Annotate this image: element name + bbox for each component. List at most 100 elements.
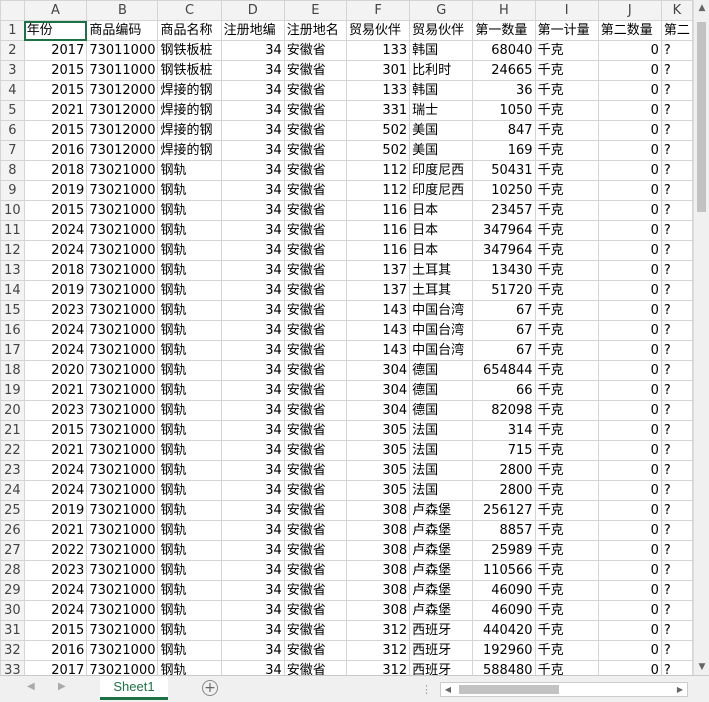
cell[interactable]: 34 bbox=[220, 340, 285, 361]
cell[interactable]: 钢轨 bbox=[157, 520, 222, 541]
cell[interactable]: 安徽省 bbox=[283, 660, 348, 675]
cell[interactable]: 34 bbox=[220, 440, 285, 461]
cell[interactable]: ? bbox=[660, 100, 693, 121]
cell[interactable]: 0 bbox=[597, 200, 662, 221]
cell[interactable]: 千克 bbox=[534, 420, 599, 441]
cell[interactable]: 133 bbox=[346, 80, 411, 101]
cell[interactable]: 千克 bbox=[534, 100, 599, 121]
cell[interactable]: 千克 bbox=[534, 180, 599, 201]
cell[interactable]: ? bbox=[660, 480, 693, 501]
cell[interactable]: 钢轨 bbox=[157, 500, 222, 521]
cell[interactable]: 304 bbox=[346, 360, 411, 381]
cell[interactable]: 焊接的钢 bbox=[157, 120, 222, 141]
cell[interactable]: 2021 bbox=[23, 440, 88, 461]
row-header[interactable]: 26 bbox=[0, 520, 25, 541]
cell[interactable]: 67 bbox=[472, 300, 536, 321]
cell[interactable]: 中国台湾 bbox=[409, 340, 474, 361]
cell[interactable]: 安徽省 bbox=[283, 160, 348, 181]
cell[interactable]: 73021000 bbox=[86, 620, 159, 641]
cell[interactable]: 2015 bbox=[23, 200, 88, 221]
cell[interactable]: 注册地名 bbox=[283, 20, 348, 41]
cell[interactable]: 钢轨 bbox=[157, 480, 222, 501]
scroll-up-arrow-icon[interactable]: ▲ bbox=[694, 0, 709, 16]
cell[interactable]: 钢轨 bbox=[157, 420, 222, 441]
cell[interactable]: ? bbox=[660, 140, 693, 161]
cell[interactable]: 商品编码 bbox=[86, 20, 159, 41]
cell[interactable]: 2020 bbox=[23, 360, 88, 381]
cell[interactable]: 588480 bbox=[472, 660, 536, 675]
row-header[interactable]: 14 bbox=[0, 280, 25, 301]
cell[interactable]: 34 bbox=[220, 640, 285, 661]
cell[interactable]: 安徽省 bbox=[283, 400, 348, 421]
row-header[interactable]: 8 bbox=[0, 160, 25, 181]
cell[interactable]: 0 bbox=[597, 480, 662, 501]
row-header[interactable]: 23 bbox=[0, 460, 25, 481]
cell[interactable]: ? bbox=[660, 160, 693, 181]
cell[interactable]: 西班牙 bbox=[409, 640, 474, 661]
cell[interactable]: 钢铁板桩 bbox=[157, 60, 222, 81]
scroll-left-arrow-icon[interactable]: ◀ bbox=[441, 683, 455, 696]
cell[interactable]: 千克 bbox=[534, 240, 599, 261]
cell[interactable]: 瑞士 bbox=[409, 100, 474, 121]
cell[interactable]: 73011000 bbox=[86, 60, 159, 81]
cell[interactable]: 安徽省 bbox=[283, 600, 348, 621]
cell[interactable]: 安徽省 bbox=[283, 640, 348, 661]
cell[interactable]: 千克 bbox=[534, 40, 599, 61]
cell[interactable]: 安徽省 bbox=[283, 620, 348, 641]
cell[interactable]: 土耳其 bbox=[409, 260, 474, 281]
cell[interactable]: 305 bbox=[346, 460, 411, 481]
cell[interactable]: 73021000 bbox=[86, 400, 159, 421]
cell[interactable]: 46090 bbox=[472, 580, 536, 601]
cell[interactable]: 千克 bbox=[534, 500, 599, 521]
cell[interactable]: 308 bbox=[346, 560, 411, 581]
cell[interactable]: 2022 bbox=[23, 540, 88, 561]
cell[interactable]: 0 bbox=[597, 300, 662, 321]
cell[interactable]: 10250 bbox=[472, 180, 536, 201]
cell[interactable]: 美国 bbox=[409, 140, 474, 161]
cell[interactable]: 110566 bbox=[472, 560, 536, 581]
cell[interactable]: 8857 bbox=[472, 520, 536, 541]
row-header[interactable]: 27 bbox=[0, 540, 25, 561]
cell[interactable]: ? bbox=[660, 460, 693, 481]
cell[interactable]: 安徽省 bbox=[283, 380, 348, 401]
cell[interactable]: 715 bbox=[472, 440, 536, 461]
cell[interactable]: 305 bbox=[346, 420, 411, 441]
cell[interactable]: 2015 bbox=[23, 80, 88, 101]
cell[interactable]: 116 bbox=[346, 220, 411, 241]
cell[interactable]: ? bbox=[660, 280, 693, 301]
cell[interactable]: 2016 bbox=[23, 140, 88, 161]
cell[interactable]: 安徽省 bbox=[283, 200, 348, 221]
cell[interactable]: ? bbox=[660, 420, 693, 441]
cell[interactable]: 73021000 bbox=[86, 320, 159, 341]
cell[interactable]: 安徽省 bbox=[283, 40, 348, 61]
row-header[interactable]: 21 bbox=[0, 420, 25, 441]
cell[interactable]: 2800 bbox=[472, 480, 536, 501]
cell[interactable]: 305 bbox=[346, 440, 411, 461]
column-header-a[interactable]: A bbox=[23, 0, 88, 21]
cell[interactable]: 133 bbox=[346, 40, 411, 61]
cell[interactable]: 308 bbox=[346, 580, 411, 601]
cell[interactable]: 千克 bbox=[534, 400, 599, 421]
cell[interactable]: 34 bbox=[220, 580, 285, 601]
cell[interactable]: 73021000 bbox=[86, 380, 159, 401]
cell[interactable]: ? bbox=[660, 440, 693, 461]
cell[interactable]: 德国 bbox=[409, 380, 474, 401]
cell[interactable]: 308 bbox=[346, 520, 411, 541]
cell[interactable]: 34 bbox=[220, 40, 285, 61]
cell[interactable]: 347964 bbox=[472, 220, 536, 241]
column-header-k[interactable]: K bbox=[660, 0, 693, 21]
cell[interactable]: 331 bbox=[346, 100, 411, 121]
cell[interactable]: ? bbox=[660, 320, 693, 341]
cell[interactable]: 0 bbox=[597, 380, 662, 401]
cell[interactable]: 2015 bbox=[23, 60, 88, 81]
cell[interactable]: 日本 bbox=[409, 200, 474, 221]
cell[interactable]: 0 bbox=[597, 120, 662, 141]
cell[interactable]: 73021000 bbox=[86, 460, 159, 481]
cell[interactable]: 34 bbox=[220, 220, 285, 241]
cell[interactable]: 66 bbox=[472, 380, 536, 401]
cell[interactable]: 2021 bbox=[23, 520, 88, 541]
row-header[interactable]: 33 bbox=[0, 660, 25, 675]
cell[interactable]: 安徽省 bbox=[283, 500, 348, 521]
cell[interactable]: 34 bbox=[220, 120, 285, 141]
cell[interactable]: 73021000 bbox=[86, 360, 159, 381]
